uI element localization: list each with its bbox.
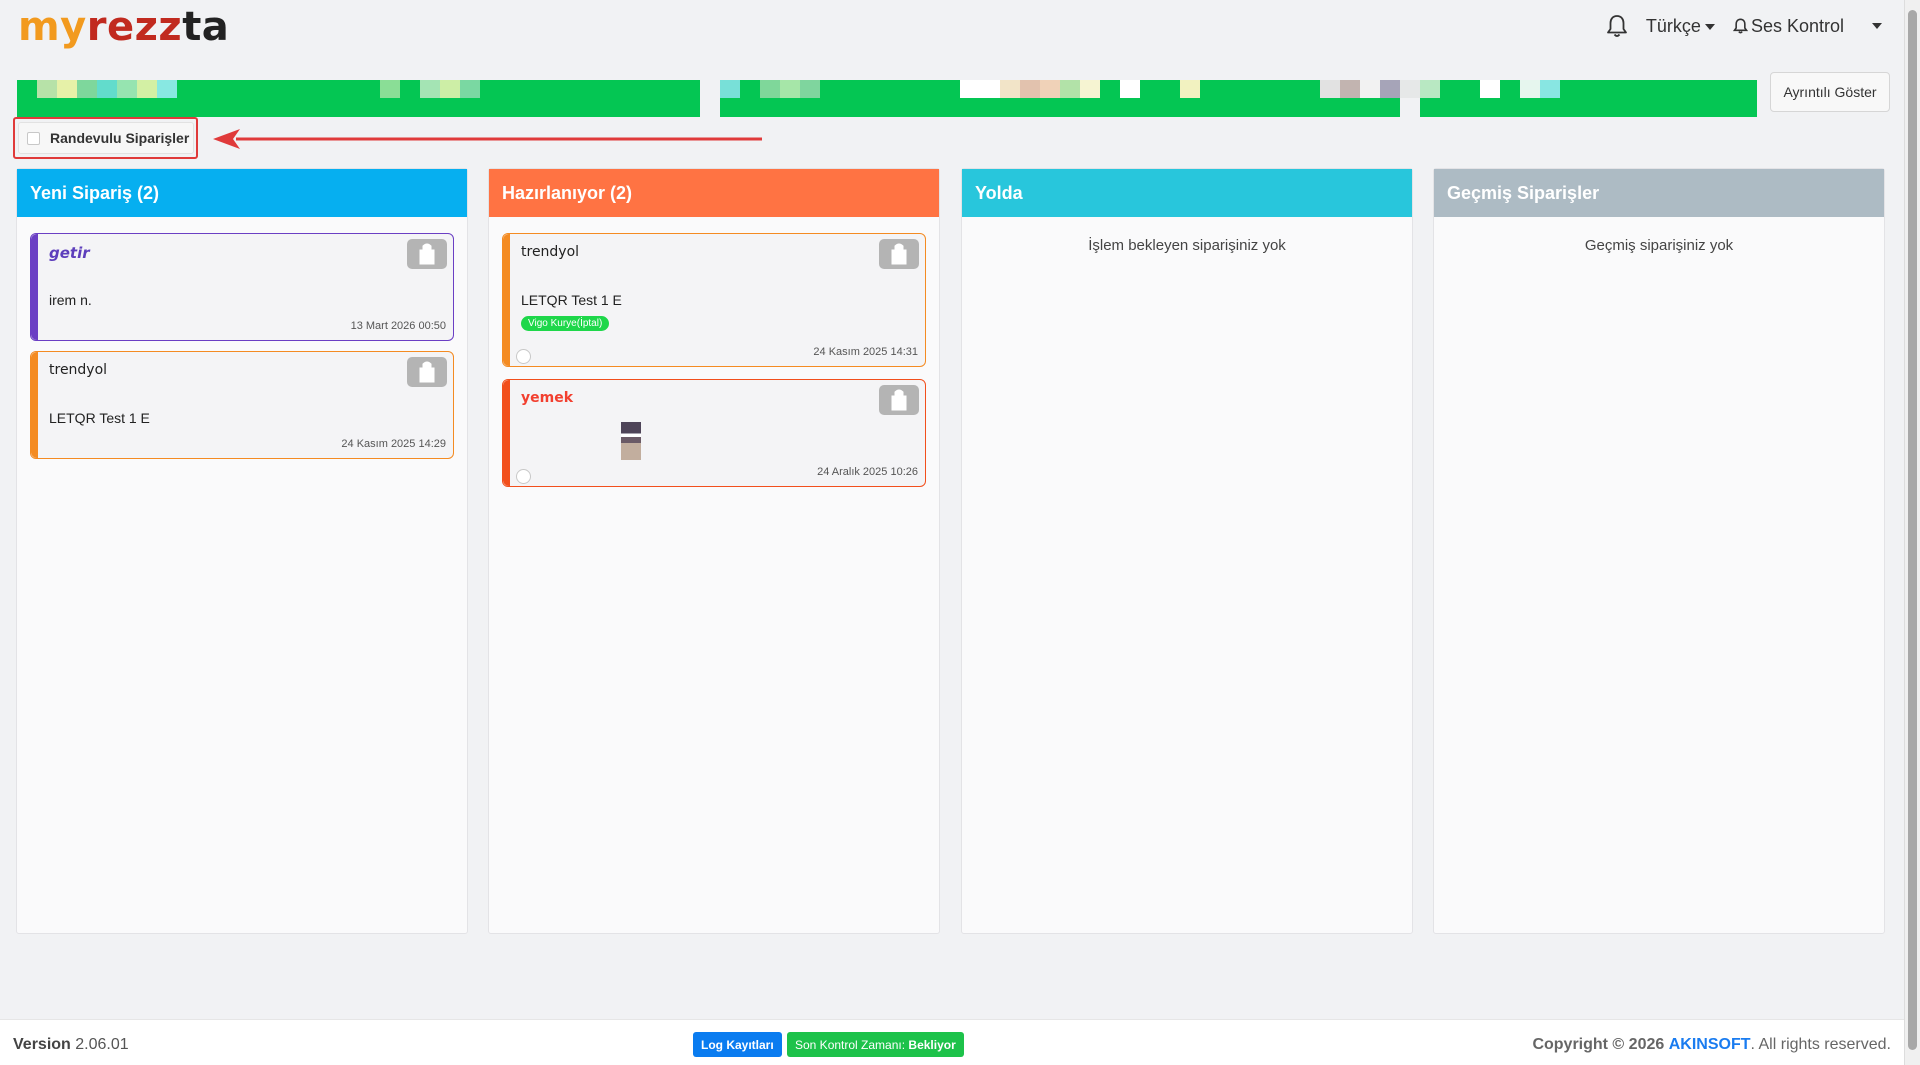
column-header: Yeni Sipariş (2) xyxy=(17,169,467,217)
brand-logo: yemek xyxy=(521,390,574,406)
status-bar-segment xyxy=(17,80,700,117)
red-pointer-arrow xyxy=(213,129,762,149)
status-bar-segment xyxy=(720,80,1400,117)
scrollbar-thumb[interactable] xyxy=(1908,10,1917,1050)
order-card[interactable]: getir irem n. 13 Mart 2026 00:50 xyxy=(30,233,454,341)
language-dropdown[interactable]: Türkçe xyxy=(1646,16,1715,37)
sound-control-button[interactable]: Ses Kontrol xyxy=(1732,16,1844,37)
header-actions: Türkçe Ses Kontrol xyxy=(1606,14,1882,38)
column-past-orders: Geçmiş Siparişler Geçmiş siparişiniz yok xyxy=(1433,168,1885,934)
empty-message: Geçmiş siparişiniz yok xyxy=(1584,237,1734,254)
order-card[interactable]: trendyol LETQR Test 1 E Vigo Kurye(İptal… xyxy=(502,233,926,367)
status-bar-segment xyxy=(1320,80,1757,117)
card-accent xyxy=(31,234,38,340)
courier-status-badge: Vigo Kurye(İptal) xyxy=(521,316,610,331)
shopping-bag-icon[interactable] xyxy=(879,385,919,415)
order-time: 24 Aralık 2025 10:26 xyxy=(817,466,918,478)
shopping-bag-icon[interactable] xyxy=(407,357,447,387)
customer-name: LETQR Test 1 E xyxy=(521,292,622,308)
chevron-down-icon xyxy=(1704,23,1715,30)
order-time: 24 Kasım 2025 14:31 xyxy=(813,346,918,358)
brand-logo: getir xyxy=(49,244,90,262)
column-new-orders: Yeni Sipariş (2) getir irem n. 13 Mart 2… xyxy=(16,168,468,934)
appointment-orders-checkbox[interactable] xyxy=(27,131,40,145)
select-radio[interactable] xyxy=(516,349,531,364)
column-preparing: Hazırlanıyor (2) trendyol LETQR Test 1 E… xyxy=(488,168,940,934)
bell-small-icon xyxy=(1732,18,1748,34)
brand-logo: trendyol xyxy=(49,362,108,378)
copyright: Copyright © 2026 AKINSOFT. All rights re… xyxy=(1532,1036,1891,1053)
column-header: Geçmiş Siparişler xyxy=(1434,169,1884,217)
shopping-bag-icon[interactable] xyxy=(879,239,919,269)
order-card[interactable]: trendyol LETQR Test 1 E 24 Kasım 2025 14… xyxy=(30,351,454,459)
customer-name: LETQR Test 1 E xyxy=(49,410,150,426)
last-check-status[interactable]: Son Kontrol Zamanı: Bekliyor xyxy=(787,1032,964,1057)
customer-name: irem n. xyxy=(49,292,92,308)
show-details-button[interactable]: Ayrıntılı Göster xyxy=(1770,72,1890,112)
column-header: Yolda xyxy=(962,169,1412,217)
redacted-block xyxy=(621,422,641,460)
appointment-orders-toggle[interactable]: Randevulu Siparişler xyxy=(18,122,194,154)
company-link[interactable]: AKINSOFT xyxy=(1669,1036,1751,1053)
card-accent xyxy=(503,380,510,486)
bell-icon[interactable] xyxy=(1606,14,1628,38)
log-records-button[interactable]: Log Kayıtları xyxy=(693,1032,782,1057)
shopping-bag-icon[interactable] xyxy=(407,239,447,269)
brand-logo: trendyol xyxy=(521,244,580,260)
user-menu-chevron-icon[interactable] xyxy=(1872,23,1882,29)
app-logo[interactable]: myrezzta xyxy=(18,4,229,50)
order-card[interactable]: yemek 24 Aralık 2025 10:26 xyxy=(502,379,926,487)
version-info: Version 2.06.01 xyxy=(13,1036,129,1053)
column-header: Hazırlanıyor (2) xyxy=(489,169,939,217)
column-on-the-way: Yolda İşlem bekleyen siparişiniz yok xyxy=(961,168,1413,934)
select-radio[interactable] xyxy=(516,469,531,484)
empty-message: İşlem bekleyen siparişiniz yok xyxy=(1088,237,1286,254)
card-accent xyxy=(31,352,38,458)
order-time: 24 Kasım 2025 14:29 xyxy=(341,438,446,450)
card-accent xyxy=(503,234,510,366)
order-time: 13 Mart 2026 00:50 xyxy=(350,320,446,332)
